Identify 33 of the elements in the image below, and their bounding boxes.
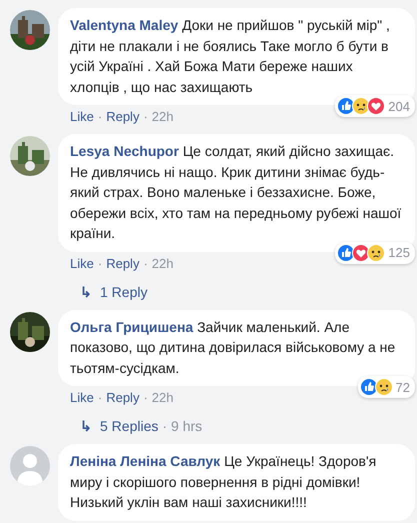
comment-text: Леніна Леніна Савлук Це Українець! Здоров'я миру і скорішого повернення в рідні домівки! Низький уклін вам наші захисники!!!!	[70, 452, 378, 512]
separator-dot: ·	[98, 109, 102, 124]
reply-arrow-icon: ↳	[80, 284, 92, 300]
author-link[interactable]: Ольга Грицишена	[70, 318, 194, 334]
separator-dot: ·	[143, 256, 148, 270]
reply-time: 9 hrs	[171, 418, 202, 434]
view-replies-link[interactable]: 5 Replies	[100, 418, 158, 434]
author-link[interactable]: Valentyna Maley	[70, 17, 178, 33]
comment-text: Ольга Грицишена Зайчик маленький. Але показово, що дитина довірилася військовому а не тьотям-сусідкам.	[70, 318, 396, 378]
sad-emoji-icon	[374, 378, 393, 396]
comment-time: 22h	[152, 109, 174, 124]
avatar-silhouette-icon	[10, 446, 50, 486]
reply-link[interactable]: Reply	[106, 390, 140, 405]
reply-arrow-icon: ↳	[80, 418, 92, 434]
heart-reaction-icon	[367, 97, 386, 115]
separator-dot: ·	[98, 256, 102, 270]
reply-link[interactable]: Reply	[106, 256, 140, 270]
author-link[interactable]: Леніна Леніна Савлук	[70, 453, 220, 469]
sad-emoji-icon	[367, 244, 386, 262]
separator-dot: ·	[98, 390, 102, 405]
like-link[interactable]: Like	[70, 109, 94, 124]
like-link[interactable]: Like	[70, 390, 94, 405]
like-link[interactable]: Like	[70, 256, 94, 270]
comment-time: 22h	[152, 390, 174, 405]
comment-text: Lesya Nechupor Це солдат, який дійсно захищає. Не дивлячись ні нащо. Крик дитини знімає будь-який страх. Воно маленьке і беззахисне. Боже, обережи всіх, хто там на передньому рубежі нашої країни.	[70, 142, 402, 243]
view-replies-link[interactable]: 1 Reply	[100, 284, 148, 300]
reply-link[interactable]: Reply	[106, 109, 140, 124]
comment-time: 22h	[152, 256, 174, 270]
separator-dot: ·	[143, 109, 148, 124]
separator-dot: ·	[162, 418, 168, 434]
separator-dot: ·	[143, 390, 148, 405]
comment-text: Valentyna Maley Доки не прийшов " руській мір" , діти не плакали і не боялись Таке могло б бути в усій Україні . Хай Божа Мати береже наших хлопців , що нас захищають	[70, 16, 391, 97]
author-link[interactable]: Lesya Nechupor	[70, 143, 179, 159]
